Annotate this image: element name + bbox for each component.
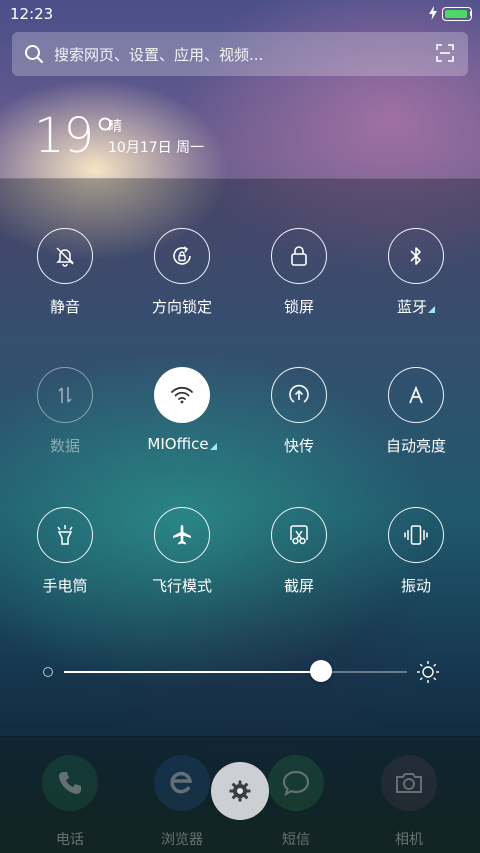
toggle-vibrate[interactable]: 振动 xyxy=(363,507,473,597)
rotation-lock-icon xyxy=(173,246,191,265)
browser-icon xyxy=(170,771,193,794)
quick-transfer-icon xyxy=(289,384,309,403)
toggle-label: 手电筒 xyxy=(42,577,88,595)
mobile-data-icon xyxy=(58,387,72,403)
toggle-flashlight[interactable]: 手电筒 xyxy=(12,507,122,597)
toggle-label: 飞行模式 xyxy=(151,577,212,595)
brightness-fill xyxy=(64,671,321,673)
battery-level xyxy=(444,9,467,18)
brightness-low-icon xyxy=(43,667,53,677)
toggle-label: 锁屏 xyxy=(283,298,314,316)
vibrate-icon xyxy=(404,525,428,545)
more-options-indicator xyxy=(209,443,217,450)
status-bar: 12:23 xyxy=(0,0,480,28)
toggle-label: 数据 xyxy=(49,437,80,455)
dock-app-label: 浏览器 xyxy=(161,832,203,848)
toggle-bluetooth[interactable]: 蓝牙 xyxy=(363,228,473,318)
scan-icon[interactable] xyxy=(436,44,454,62)
bell-off-icon xyxy=(56,247,74,267)
auto-brightness-icon xyxy=(409,385,423,404)
toggle-quick-transfer[interactable]: 快传 xyxy=(246,367,356,457)
search-input[interactable]: 搜索网页、设置、应用、视频... xyxy=(54,44,384,65)
toggle-label: 振动 xyxy=(400,577,431,595)
search-icon xyxy=(25,45,44,64)
dock-app-camera[interactable]: 相机 xyxy=(369,745,449,848)
brightness-high-icon xyxy=(417,661,439,683)
toggle-wifi[interactable]: MIOffice xyxy=(129,367,239,457)
toggle-lock-screen[interactable]: 锁屏 xyxy=(246,228,356,318)
status-time: 12:23 xyxy=(10,5,54,23)
toggle-label: 自动亮度 xyxy=(385,437,446,455)
settings-button[interactable] xyxy=(211,762,269,820)
toggle-auto-brightness[interactable]: 自动亮度 xyxy=(363,367,473,457)
toggle-rotation-lock[interactable]: 方向锁定 xyxy=(129,228,239,318)
toggle-label: 截屏 xyxy=(283,577,314,595)
toggle-screenshot[interactable]: 截屏 xyxy=(246,507,356,597)
dock-app-label: 电话 xyxy=(56,832,84,848)
battery-icon xyxy=(442,7,472,21)
lock-icon xyxy=(291,246,307,266)
flashlight-icon xyxy=(57,525,73,545)
more-options-indicator xyxy=(428,306,435,313)
toggle-mobile-data[interactable]: 数据 xyxy=(12,367,122,457)
toggle-label: 快传 xyxy=(283,437,314,455)
airplane-icon xyxy=(173,525,191,545)
wifi-icon xyxy=(171,386,193,404)
dock-app-label: 短信 xyxy=(282,832,310,848)
charging-icon xyxy=(429,6,437,20)
brightness-thumb[interactable] xyxy=(310,660,332,682)
camera-icon xyxy=(396,773,422,793)
gear-icon xyxy=(229,780,251,802)
screenshot-icon xyxy=(290,525,308,545)
message-icon xyxy=(282,770,310,797)
weather-temperature: 19° xyxy=(34,108,117,164)
dock-app-browser[interactable]: 浏览器 xyxy=(142,745,222,848)
weather-date: 10月17日 周一 xyxy=(108,140,205,156)
bluetooth-icon xyxy=(410,247,421,265)
weather-condition: 晴 xyxy=(108,119,122,135)
dock-app-phone[interactable]: 电话 xyxy=(30,745,110,848)
phone-icon xyxy=(59,772,81,794)
toggle-label: 静音 xyxy=(49,298,80,316)
toggle-silent[interactable]: 静音 xyxy=(12,228,122,318)
toggle-label: MIOffice xyxy=(147,435,209,453)
dock-app-label: 相机 xyxy=(395,832,423,848)
toggle-label: 方向锁定 xyxy=(151,298,212,316)
toggle-airplane-mode[interactable]: 飞行模式 xyxy=(129,507,239,597)
toggle-label: 蓝牙 xyxy=(396,298,427,316)
